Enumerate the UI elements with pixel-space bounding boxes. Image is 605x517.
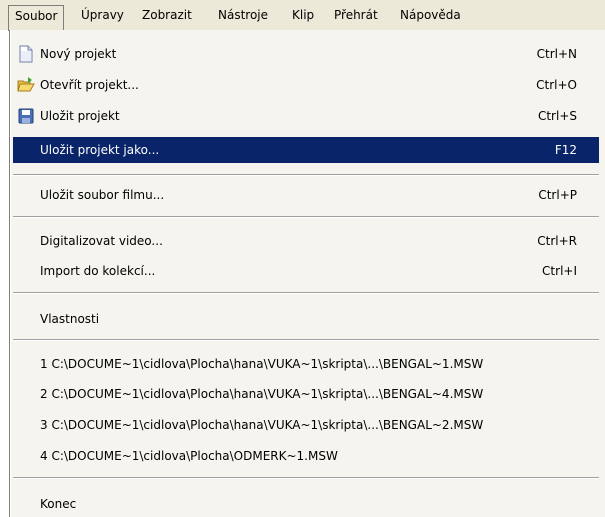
menu-item-novy-projekt[interactable]: Nový projekt Ctrl+N [13,41,599,67]
menu-item-label: Nový projekt [40,47,117,61]
menu-klip[interactable]: Klip [286,5,320,25]
menu-item-shortcut: Ctrl+S [537,109,577,123]
menu-item-ulozit-projekt-jako[interactable]: Uložit projekt jako... F12 [13,137,599,163]
menu-item-ulozit-soubor-filmu[interactable]: Uložit soubor filmu... Ctrl+P [13,182,599,208]
menu-item-shortcut: Ctrl+N [536,47,577,61]
menu-item-label: Konec [40,497,77,511]
new-document-icon [17,45,35,63]
menu-item-konec[interactable]: Konec [13,491,599,517]
menu-soubor[interactable]: Soubor [8,5,65,31]
menu-separator [13,292,599,294]
menu-item-otevrit-projekt[interactable]: Otevřít projekt... Ctrl+O [13,72,599,98]
menu-item-import-do-kolekci[interactable]: Import do kolekcí... Ctrl+I [13,258,599,284]
menu-item-shortcut: Ctrl+R [537,234,577,248]
menu-item-recent-file-2[interactable]: 2 C:\DOCUME~1\cidlova\Plocha\hana\VUKA~1… [13,381,599,407]
menu-item-label: Uložit projekt [40,109,120,123]
open-folder-icon [17,76,35,94]
menu-item-label: Uložit soubor filmu... [40,188,165,202]
menu-upravy[interactable]: Úpravy [75,5,130,25]
soubor-dropdown-menu: Nový projekt Ctrl+N Otevřít projekt... C… [9,30,605,517]
menu-item-ulozit-projekt[interactable]: Uložit projekt Ctrl+S [13,103,599,129]
menu-item-label: Uložit projekt jako... [40,143,160,157]
menu-item-shortcut: Ctrl+P [538,188,577,202]
menu-item-shortcut: F12 [554,143,577,157]
menu-item-label: Digitalizovat video... [40,234,163,248]
menu-zobrazit[interactable]: Zobrazit [136,5,198,25]
menu-napoveda[interactable]: Nápověda [394,5,467,25]
menu-item-digitalizovat-video[interactable]: Digitalizovat video... Ctrl+R [13,228,599,254]
menu-item-label: Vlastnosti [40,312,100,326]
menu-bar: Soubor Úpravy Zobrazit Nástroje Klip Pře… [0,0,605,31]
save-disk-icon [17,107,35,125]
menu-item-label: Import do kolekcí... [40,264,156,278]
menu-item-shortcut: Ctrl+I [542,264,577,278]
menu-item-label: 3 C:\DOCUME~1\cidlova\Plocha\hana\VUKA~1… [40,418,484,432]
menu-item-label: 4 C:\DOCUME~1\cidlova\Plocha\ODMERK~1.MS… [40,449,338,463]
menu-separator [13,174,599,176]
menu-item-recent-file-3[interactable]: 3 C:\DOCUME~1\cidlova\Plocha\hana\VUKA~1… [13,412,599,438]
menu-item-vlastnosti[interactable]: Vlastnosti [13,306,599,332]
menu-item-label: 1 C:\DOCUME~1\cidlova\Plocha\hana\VUKA~1… [40,357,484,371]
menu-item-label: Otevřít projekt... [40,78,139,92]
menu-prehrat[interactable]: Přehrát [328,5,384,25]
menu-item-recent-file-1[interactable]: 1 C:\DOCUME~1\cidlova\Plocha\hana\VUKA~1… [13,351,599,377]
menu-item-label: 2 C:\DOCUME~1\cidlova\Plocha\hana\VUKA~1… [40,387,484,401]
menu-separator [13,477,599,479]
menu-nastroje[interactable]: Nástroje [212,5,274,25]
menu-item-recent-file-4[interactable]: 4 C:\DOCUME~1\cidlova\Plocha\ODMERK~1.MS… [13,443,599,469]
menu-item-shortcut: Ctrl+O [536,78,577,92]
menu-separator [13,339,599,341]
menu-separator [13,216,599,218]
